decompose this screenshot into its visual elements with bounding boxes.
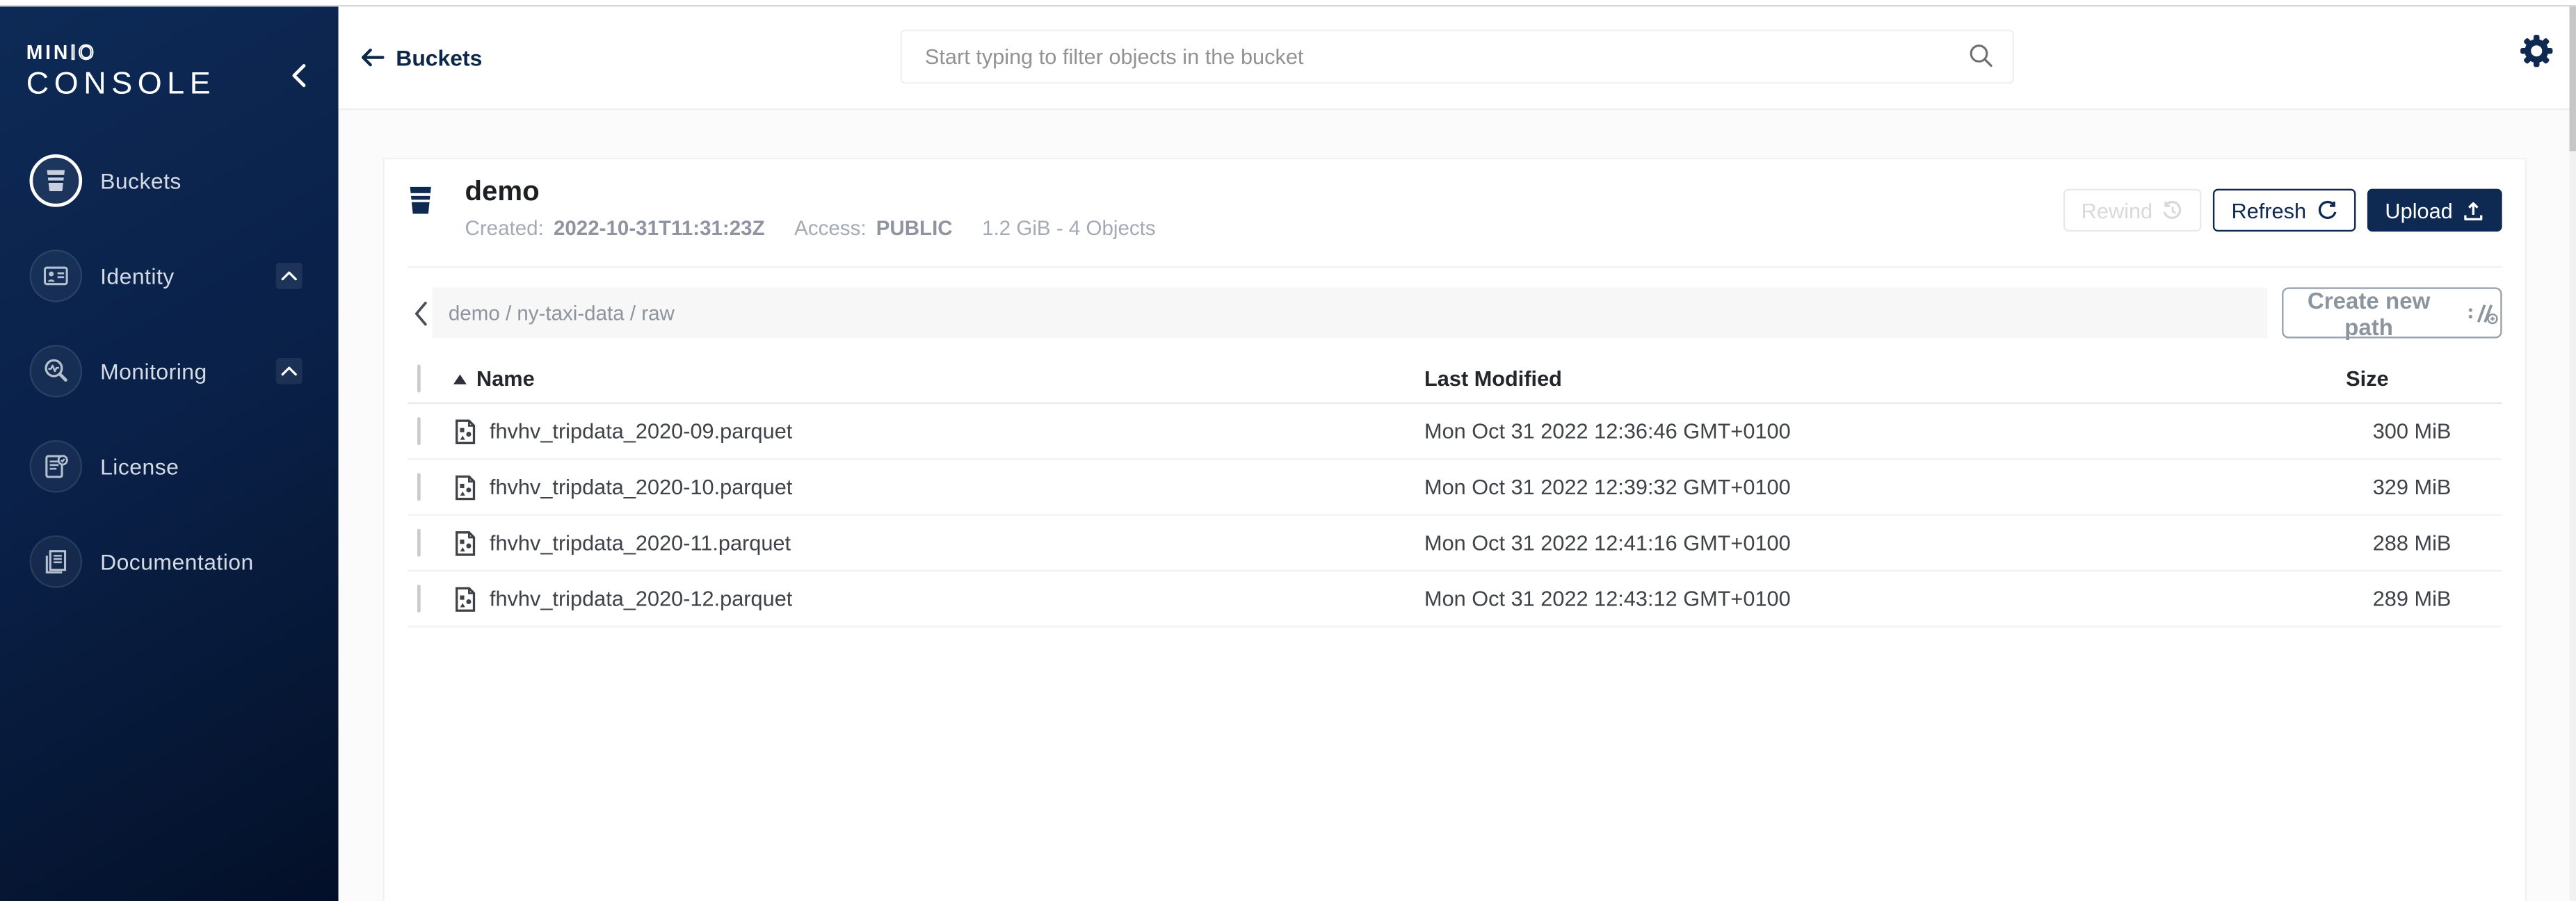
created-value: 2022-10-31T11:31:23Z [554, 217, 765, 240]
sidebar: MINIO CONSOLE Buckets [0, 6, 339, 901]
topbar: Buckets [339, 6, 2576, 110]
sidebar-label-buckets: Buckets [100, 168, 182, 193]
identity-icon [30, 250, 83, 302]
sort-ascending-icon [453, 373, 467, 383]
table-header-row: Name Last Modified Size [408, 355, 2502, 404]
row-checkbox[interactable] [417, 529, 421, 557]
create-path-label: Create new path [2283, 286, 2454, 339]
bucket-icon [408, 186, 434, 216]
create-new-path-button[interactable]: Create new path [2282, 287, 2502, 338]
parquet-file-icon [453, 418, 476, 444]
sidebar-label-documentation: Documentation [100, 549, 254, 574]
sidebar-nav: Buckets Identity [0, 145, 339, 621]
access-value: PUBLIC [876, 217, 953, 240]
object-name: fhvhv_tripdata_2020-10.parquet [490, 475, 792, 499]
monitoring-icon [30, 345, 83, 398]
buckets-icon [30, 154, 83, 207]
table-row[interactable]: fhvhv_tripdata_2020-12.parquet Mon Oct 3… [408, 571, 2502, 627]
parquet-file-icon [453, 473, 476, 500]
refresh-button[interactable]: Refresh [2214, 189, 2356, 232]
path-row: demo / ny-taxi-data / raw Create new pat… [408, 287, 2502, 338]
sidebar-item-documentation[interactable]: Documentation [0, 526, 339, 598]
search-input[interactable] [900, 30, 2014, 84]
page-scrollbar[interactable] [2569, 6, 2575, 901]
row-checkbox[interactable] [417, 585, 421, 612]
object-size: 289 MiB [2223, 586, 2502, 610]
path-back-chevron-icon[interactable] [408, 287, 432, 338]
object-filter-searchbox [900, 30, 2014, 84]
bucket-meta: Created: 2022-10-31T11:31:23Z Access: PU… [465, 217, 1156, 240]
sidebar-item-license[interactable]: License [0, 430, 339, 503]
object-size: 288 MiB [2223, 530, 2502, 555]
minio-logo: MINIO CONSOLE [26, 40, 216, 102]
documentation-icon [30, 535, 83, 588]
identity-chevron-up-icon[interactable] [276, 263, 303, 289]
rewind-label: Rewind [2082, 198, 2152, 222]
row-checkbox[interactable] [417, 473, 421, 501]
column-header-name[interactable]: Name [453, 366, 1424, 391]
logo-io-text: IO [70, 41, 96, 64]
topbar-title: Buckets [396, 45, 482, 70]
table-row[interactable]: fhvhv_tripdata_2020-10.parquet Mon Oct 3… [408, 460, 2502, 515]
bucket-titles: demo Created: 2022-10-31T11:31:23Z Acces… [465, 159, 1156, 266]
column-header-size[interactable]: Size [2223, 366, 2502, 391]
sidebar-label-monitoring: Monitoring [100, 359, 207, 383]
sidebar-item-monitoring[interactable]: Monitoring [0, 335, 339, 407]
object-modified: Mon Oct 31 2022 12:36:46 GMT+0100 [1424, 419, 2223, 443]
created-label: Created: [465, 217, 544, 240]
settings-gear-icon[interactable] [2518, 33, 2554, 69]
rewind-button[interactable]: Rewind [2063, 189, 2202, 232]
bucket-name: demo [465, 176, 1156, 209]
sidebar-label-identity: Identity [100, 263, 175, 288]
column-header-modified[interactable]: Last Modified [1424, 366, 2223, 391]
object-modified: Mon Oct 31 2022 12:43:12 GMT+0100 [1424, 586, 2223, 610]
path-bar: demo / ny-taxi-data / raw [408, 287, 2267, 338]
upload-label: Upload [2385, 198, 2452, 222]
select-all-checkbox[interactable] [417, 364, 421, 392]
bucket-usage: 1.2 GiB - 4 Objects [982, 217, 1155, 240]
back-to-buckets[interactable]: Buckets [360, 6, 482, 108]
object-name: fhvhv_tripdata_2020-11.parquet [490, 530, 791, 555]
refresh-icon [2316, 200, 2337, 221]
license-icon [30, 440, 83, 493]
object-modified: Mon Oct 31 2022 12:41:16 GMT+0100 [1424, 530, 2223, 555]
parquet-file-icon [453, 530, 476, 556]
object-modified: Mon Oct 31 2022 12:39:32 GMT+0100 [1424, 475, 2223, 499]
monitoring-chevron-up-icon[interactable] [276, 358, 303, 384]
sidebar-label-license: License [100, 454, 179, 478]
upload-icon [2463, 200, 2484, 221]
breadcrumb[interactable]: demo / ny-taxi-data / raw [432, 287, 675, 338]
table-row[interactable]: fhvhv_tripdata_2020-09.parquet Mon Oct 3… [408, 404, 2502, 460]
object-size: 300 MiB [2223, 419, 2502, 443]
object-name: fhvhv_tripdata_2020-12.parquet [490, 586, 792, 610]
object-size: 329 MiB [2223, 475, 2502, 499]
objects-table: Name Last Modified Size [408, 355, 2502, 627]
parquet-file-icon [453, 585, 476, 612]
sidebar-item-buckets[interactable]: Buckets [0, 145, 339, 217]
minio-wordmark: MINIO [26, 40, 216, 67]
sidebar-collapse-icon[interactable] [289, 63, 309, 89]
back-arrow-icon [360, 46, 384, 69]
rewind-icon [2162, 200, 2184, 221]
window-top-hairline [0, 5, 2576, 6]
sidebar-item-identity[interactable]: Identity [0, 240, 339, 312]
upload-button[interactable]: Upload [2367, 189, 2502, 232]
bucket-actions: Rewind Refresh [2063, 189, 2502, 266]
scrollbar-thumb[interactable] [2569, 6, 2575, 151]
bucket-header: demo Created: 2022-10-31T11:31:23Z Acces… [408, 159, 2502, 268]
logo-console-text: CONSOLE [26, 69, 216, 102]
logo-min-text: MIN [26, 41, 70, 64]
search-icon [1968, 42, 1995, 69]
minio-console-screen: MINIO CONSOLE Buckets [0, 0, 2576, 901]
bucket-browser-card: demo Created: 2022-10-31T11:31:23Z Acces… [383, 158, 2527, 901]
row-checkbox[interactable] [417, 417, 421, 445]
create-path-icon [2468, 301, 2501, 324]
main-area: Buckets [339, 6, 2576, 901]
table-row[interactable]: fhvhv_tripdata_2020-11.parquet Mon Oct 3… [408, 516, 2502, 571]
object-name: fhvhv_tripdata_2020-09.parquet [490, 419, 792, 443]
refresh-label: Refresh [2231, 198, 2306, 222]
access-label: Access: [794, 217, 866, 240]
window-top-strip [0, 0, 2576, 5]
